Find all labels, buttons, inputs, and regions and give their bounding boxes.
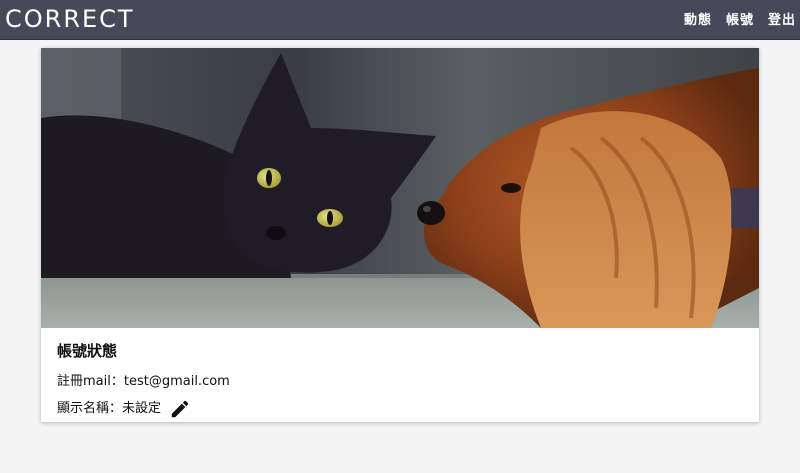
nav-link-activity[interactable]: 動態 xyxy=(684,12,712,30)
display-name-label: 顯示名稱： xyxy=(57,401,123,416)
nav-link-account[interactable]: 帳號 xyxy=(726,12,754,30)
nav-link-logout[interactable]: 登出 xyxy=(768,12,796,30)
email-label: 註冊mail： xyxy=(57,374,124,389)
display-name-value: 未設定 xyxy=(122,401,162,416)
email-value: test@gmail.com xyxy=(123,374,230,389)
card-title: 帳號狀態 xyxy=(57,342,118,360)
pencil-icon[interactable] xyxy=(169,398,191,420)
account-card: 帳號狀態 註冊mail： test@gmail.com 顯示名稱： 未設定 xyxy=(41,48,759,422)
top-navbar: CORRECT 動態 帳號 登出 xyxy=(0,0,800,40)
nav-links: 動態 帳號 登出 xyxy=(684,12,796,30)
brand-logo[interactable]: CORRECT xyxy=(5,3,135,35)
card-body: 帳號狀態 註冊mail： test@gmail.com 顯示名稱： 未設定 xyxy=(57,336,743,420)
hero-image-cat-and-dog xyxy=(41,48,759,328)
email-row: 註冊mail： test@gmail.com xyxy=(57,372,743,392)
display-name-row: 顯示名稱： 未設定 xyxy=(57,398,743,420)
